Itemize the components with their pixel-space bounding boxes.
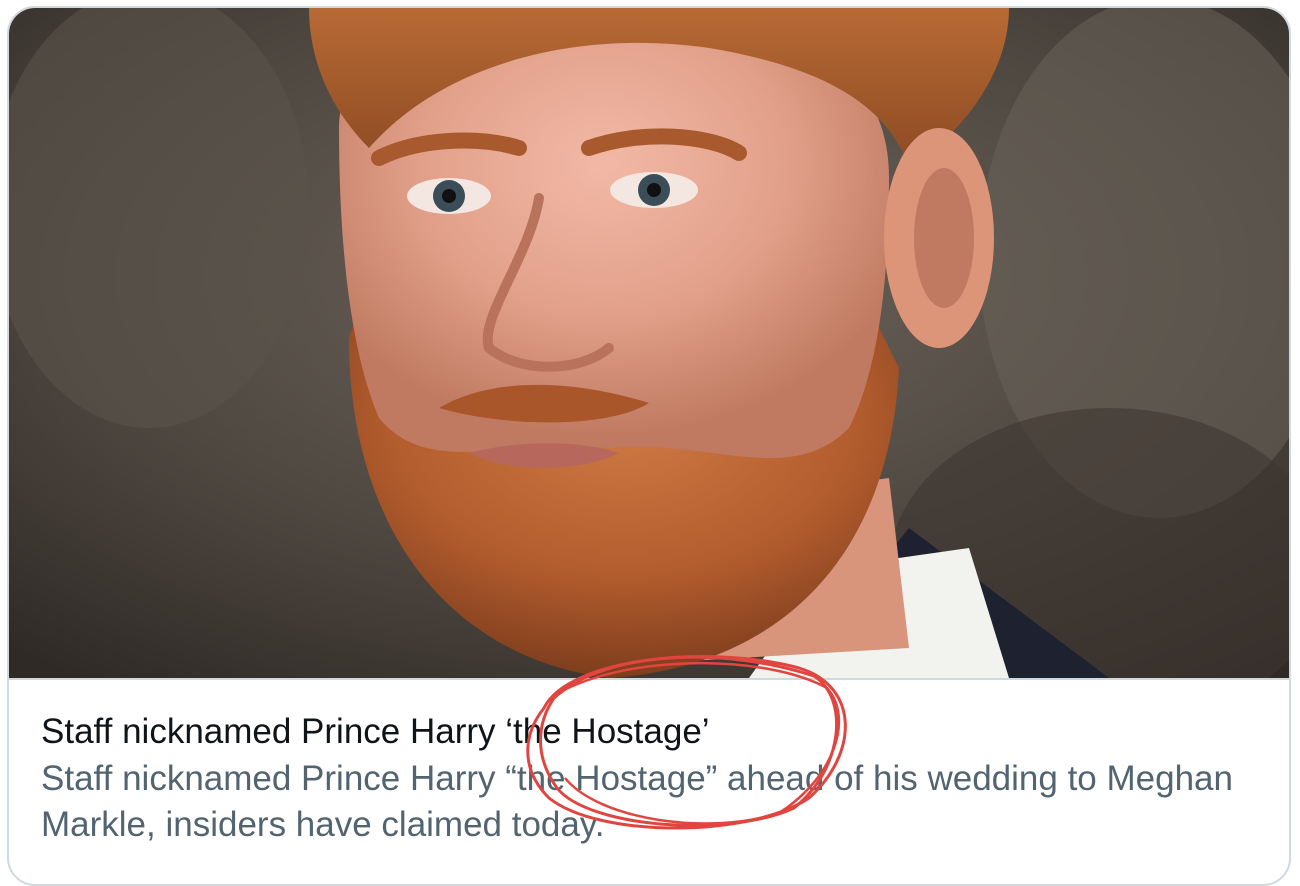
portrait-photo-icon (9, 8, 1289, 678)
card-image[interactable] (9, 8, 1289, 680)
card-title[interactable]: Staff nicknamed Prince Harry ‘the Hostag… (41, 708, 1271, 756)
card-description[interactable]: Staff nicknamed Prince Harry “the Hostag… (41, 756, 1271, 848)
link-preview-card[interactable]: Staff nicknamed Prince Harry ‘the Hostag… (7, 6, 1291, 886)
card-text[interactable]: Staff nicknamed Prince Harry ‘the Hostag… (41, 708, 1271, 848)
